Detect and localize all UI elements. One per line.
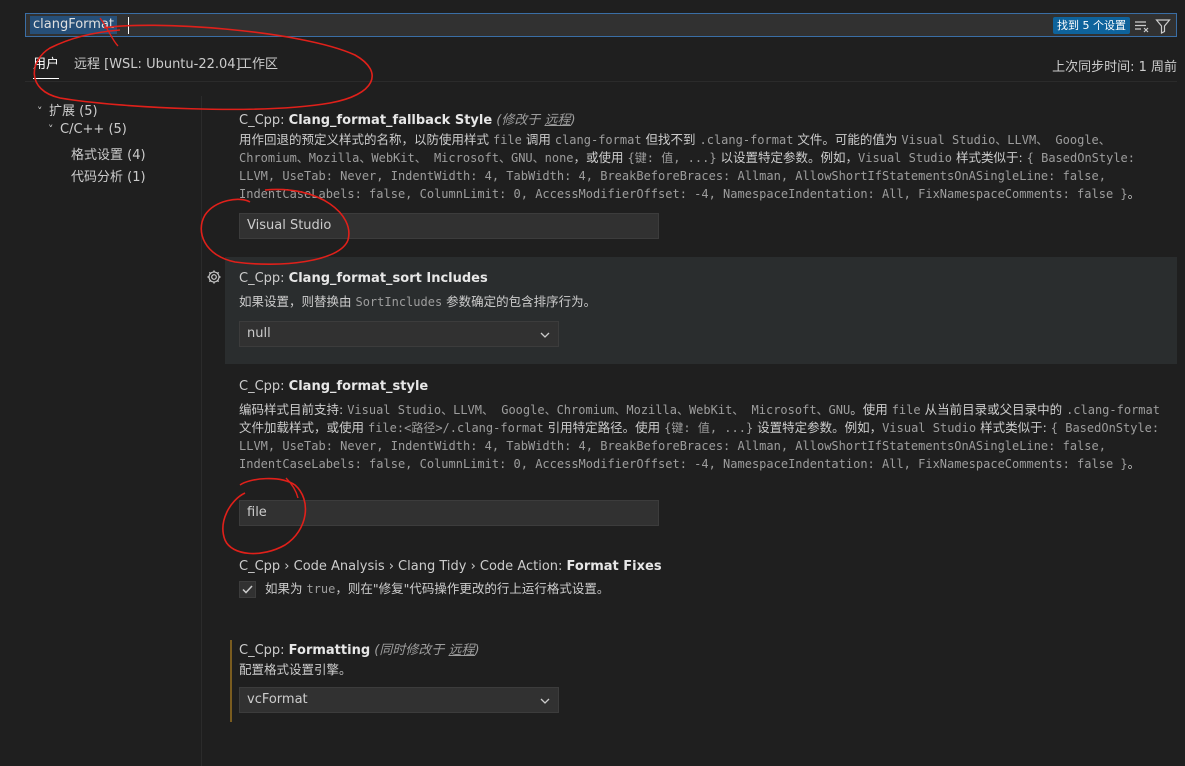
tree-item-extensions[interactable]: ˅ 扩展 (5) [37, 100, 98, 119]
tree-divider [201, 96, 202, 766]
modified-indicator: (同时修改于 远程) [374, 643, 479, 658]
setting-title: C_Cpp: Clang_format_sort Includes [239, 271, 488, 286]
tab-divider [25, 81, 1177, 82]
setting-description: 如果为 true，则在"修复"代码操作更改的行上运行格式设置。 [265, 581, 610, 596]
setting-category: C_Cpp: [239, 271, 289, 286]
gear-icon[interactable] [206, 269, 222, 285]
setting-format-fixes: C_Cpp › Code Analysis › Clang Tidy › Cod… [225, 550, 1177, 610]
tab-user[interactable]: 用户 [33, 56, 60, 79]
setting-title: C_Cpp: Clang_format_style [239, 379, 428, 394]
modified-indicator: (修改于 远程) [496, 113, 575, 128]
setting-clang-format-sort-includes: C_Cpp: Clang_format_sort Includes 如果设置，则… [225, 257, 1177, 364]
text-cursor [128, 17, 129, 34]
setting-description: 如果设置，则替换由 SortIncludes 参数确定的包含排序行为。 [239, 294, 597, 309]
setting-description: 编码样式目前支持: Visual Studio、LLVM、 Google、Chr… [239, 402, 1160, 471]
chevron-down-icon [538, 693, 552, 707]
modified-in-remote-link[interactable]: 远程 [545, 113, 571, 128]
setting-category: C_Cpp: [239, 643, 289, 658]
setting-clang-format-style: C_Cpp: Clang_format_style 编码样式目前支持: Visu… [225, 370, 1177, 540]
setting-name: Clang_format_style [288, 379, 429, 394]
fallback-style-input[interactable]: Visual Studio [239, 213, 659, 239]
tab-workspace[interactable]: 工作区 [239, 56, 278, 78]
setting-clang-format-fallback-style: C_Cpp: Clang_format_fallback Style (修改于 … [225, 100, 1177, 250]
select-value: vcFormat [247, 692, 308, 707]
modified-indicator-bar [230, 640, 232, 722]
formatting-engine-select[interactable]: vcFormat [239, 687, 559, 713]
setting-name: Clang_format_sort Includes [288, 271, 488, 286]
clang-format-style-input[interactable]: file [239, 500, 659, 526]
chevron-down-icon: ˅ [48, 123, 54, 136]
tree-item-label: 格式设置 (4) [71, 148, 146, 163]
setting-formatting: C_Cpp: Formatting (同时修改于 远程) 配置格式设置引擎。 v… [225, 630, 1177, 722]
tree-item-label: C/C++ (5) [60, 122, 127, 137]
setting-category: C_Cpp: [239, 379, 289, 394]
modified-prefix: (修改于 [496, 113, 545, 128]
setting-description: 用作回退的预定义样式的名称，以防使用样式 file 调用 clang-forma… [239, 132, 1141, 201]
settings-search-box[interactable]: clangFormat 找到 5 个设置 [25, 13, 1177, 37]
tree-item-label: 扩展 (5) [49, 104, 98, 119]
setting-name: Clang_format_fallback Style [288, 113, 493, 128]
format-fixes-checkbox[interactable] [239, 581, 256, 598]
last-sync-status: 上次同步时间: 1 周前 [1052, 60, 1177, 75]
filter-icon[interactable] [1155, 18, 1171, 34]
tree-item-formatting[interactable]: 格式设置 (4) [71, 144, 146, 163]
clear-filter-icon[interactable] [1134, 18, 1150, 34]
search-input[interactable]: clangFormat [30, 16, 118, 34]
setting-category: C_Cpp › Code Analysis › Clang Tidy › Cod… [239, 559, 567, 574]
chevron-down-icon: ˅ [37, 105, 43, 118]
modified-prefix: (同时修改于 [374, 643, 449, 658]
setting-name: Format Fixes [566, 559, 662, 574]
setting-title: C_Cpp: Formatting (同时修改于 远程) [239, 639, 480, 658]
setting-title: C_Cpp › Code Analysis › Clang Tidy › Cod… [239, 559, 662, 574]
tree-item-label: 代码分析 (1) [71, 170, 146, 185]
sort-includes-select[interactable]: null [239, 321, 559, 347]
tree-item-cpp[interactable]: ˅ C/C++ (5) [48, 122, 127, 137]
setting-title: C_Cpp: Clang_format_fallback Style (修改于 … [239, 109, 576, 128]
setting-description: 配置格式设置引擎。 [239, 662, 352, 677]
modified-suffix: ) [570, 113, 576, 128]
tab-remote[interactable]: 远程 [WSL: Ubuntu-22.04] [74, 56, 241, 78]
tree-item-code-analysis[interactable]: 代码分析 (1) [71, 166, 146, 185]
setting-category: C_Cpp: [239, 113, 289, 128]
search-result-count-badge: 找到 5 个设置 [1053, 17, 1130, 34]
check-icon [242, 585, 253, 594]
chevron-down-icon [538, 327, 552, 341]
modified-suffix: ) [474, 643, 480, 658]
setting-name: Formatting [288, 643, 371, 658]
modified-in-remote-link[interactable]: 远程 [449, 643, 475, 658]
select-value: null [247, 326, 271, 341]
